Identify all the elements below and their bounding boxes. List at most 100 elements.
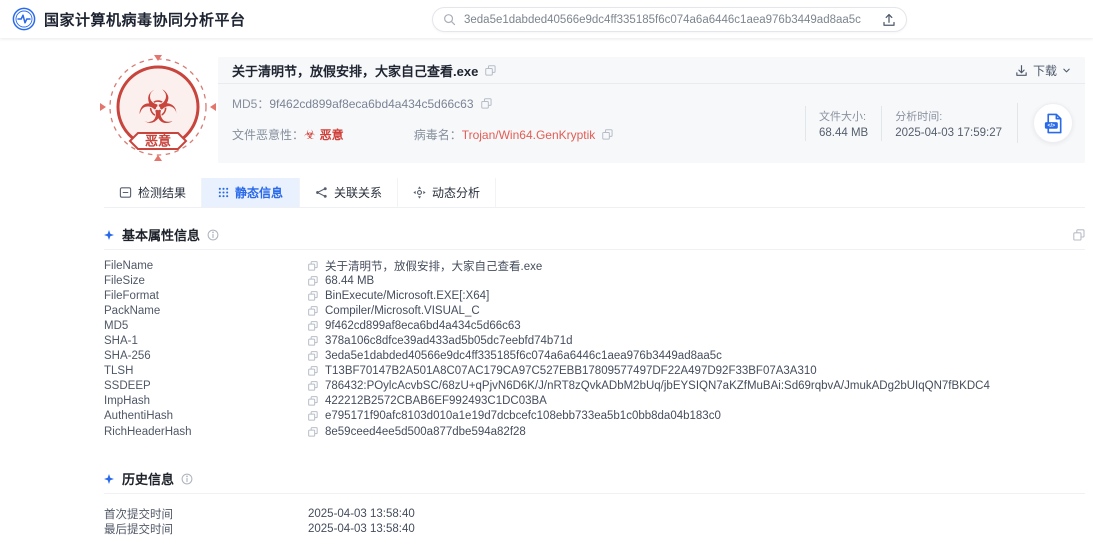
search-input[interactable] bbox=[464, 14, 874, 26]
property-key: AuthentiHash bbox=[104, 410, 308, 422]
tab-label: 静态信息 bbox=[235, 184, 283, 201]
property-key: SHA-256 bbox=[104, 350, 308, 362]
property-key: FileFormat bbox=[104, 290, 308, 302]
pulse-circle-icon bbox=[12, 7, 36, 31]
copy-icon[interactable] bbox=[308, 336, 318, 346]
property-key: SHA-1 bbox=[104, 335, 308, 347]
property-key: 最后提交时间 bbox=[104, 521, 308, 537]
copy-icon[interactable] bbox=[308, 291, 318, 301]
property-key: 首次提交时间 bbox=[104, 506, 308, 522]
copy-icon[interactable] bbox=[308, 276, 318, 286]
copy-icon[interactable] bbox=[308, 381, 318, 391]
malicious-badge: ☣ 恶意 bbox=[100, 55, 216, 167]
table-row: SSDEEP 786432:POylcAcvbSC/68zU+qPjvN6D6K… bbox=[104, 379, 1085, 394]
history-info-list: 首次提交时间 2025-04-03 13:58:40 最后提交时间 2025-0… bbox=[104, 506, 1085, 536]
property-value: 378a106c8dfce39ad433ad5b05dc7eebfd74b71d bbox=[325, 335, 573, 347]
property-value: 786432:POylcAcvbSC/68zU+qPjvN6D6K/J/nRT8… bbox=[325, 380, 990, 392]
tab-associations[interactable]: 关联关系 bbox=[300, 178, 398, 207]
property-value: 3eda5e1dabded40566e9dc4ff335185f6c074a6a… bbox=[325, 350, 722, 362]
section-title: 历史信息 bbox=[122, 469, 174, 488]
table-row: PackName Compiler/Microsoft.VISUAL_C bbox=[104, 303, 1085, 318]
download-label: 下载 bbox=[1033, 62, 1057, 79]
top-header: 国家计算机病毒协同分析平台 bbox=[0, 0, 1093, 38]
property-key: MD5 bbox=[104, 320, 308, 332]
file-title-row: 关于清明节，放假安排，大家自己查看.exe 下载 bbox=[218, 57, 1085, 84]
property-key: TLSH bbox=[104, 365, 308, 377]
file-name: 关于清明节，放假安排，大家自己查看.exe bbox=[232, 61, 478, 80]
property-value: 68.44 MB bbox=[325, 275, 374, 287]
table-row: SHA-256 3eda5e1dabded40566e9dc4ff335185f… bbox=[104, 349, 1085, 364]
analysis-time-label: 分析时间: bbox=[895, 108, 1002, 124]
copy-icon[interactable] bbox=[308, 306, 318, 316]
biohazard-icon: ☣ bbox=[304, 127, 316, 143]
property-value: 9f462cd899af8eca6bd4a434c5d66c63 bbox=[325, 320, 521, 332]
copy-icon[interactable] bbox=[308, 351, 318, 361]
copy-icon[interactable] bbox=[308, 321, 318, 331]
code-file-icon: </> bbox=[1042, 112, 1065, 135]
table-row: ImpHash 422212B2572CBAB6EF992493C1DC03BA bbox=[104, 394, 1085, 409]
maliciousness-value: 恶意 bbox=[320, 126, 344, 143]
md5-value: 9f462cd899af8eca6bd4a434c5d66c63 bbox=[269, 97, 473, 111]
property-value: T13BF70147B2A501A8C07AC179CA97C527EBB178… bbox=[325, 365, 817, 377]
file-size-label: 文件大小: bbox=[819, 108, 868, 124]
table-row: 首次提交时间 2025-04-03 13:58:40 bbox=[104, 506, 1085, 521]
section-marker-icon bbox=[104, 230, 114, 240]
virus-name-value: Trojan/Win64.GenKryptik bbox=[462, 128, 596, 142]
upload-icon[interactable] bbox=[882, 13, 896, 27]
info-icon[interactable] bbox=[207, 229, 219, 241]
biohazard-icon: ☣ bbox=[137, 81, 178, 133]
file-meta-body: MD5： 9f462cd899af8eca6bd4a434c5d66c63 文件… bbox=[218, 84, 1085, 162]
download-button[interactable]: 下载 bbox=[1015, 62, 1071, 79]
property-key: SSDEEP bbox=[104, 380, 308, 392]
table-row: FileFormat BinExecute/Microsoft.EXE[:X64… bbox=[104, 288, 1085, 303]
search-icon bbox=[443, 13, 456, 26]
section-title: 基本属性信息 bbox=[122, 225, 200, 244]
copy-icon[interactable] bbox=[308, 396, 318, 406]
table-row: FileName 关于清明节，放假安排，大家自己查看.exe bbox=[104, 258, 1085, 273]
table-row: SHA-1 378a106c8dfce39ad433ad5b05dc7eebfd… bbox=[104, 333, 1085, 348]
result-tabs: 检测结果 静态信息 关联关系 动态分析 bbox=[104, 178, 1085, 208]
copy-icon[interactable] bbox=[308, 366, 318, 376]
copy-icon[interactable] bbox=[308, 411, 318, 421]
property-value: 关于清明节，放假安排，大家自己查看.exe bbox=[325, 258, 542, 274]
info-icon[interactable] bbox=[181, 473, 193, 485]
file-stats: 文件大小: 68.44 MB 分析时间: 2025-04-03 17:59:27… bbox=[805, 103, 1073, 143]
chevron-down-icon bbox=[1062, 66, 1071, 75]
property-key: FileSize bbox=[104, 275, 308, 287]
platform-logo-icon[interactable] bbox=[12, 7, 36, 31]
copy-icon[interactable] bbox=[308, 261, 318, 271]
virus-name-group: 病毒名： Trojan/Win64.GenKryptik bbox=[414, 126, 614, 143]
svg-text:</>: </> bbox=[1047, 123, 1055, 129]
copy-icon[interactable] bbox=[308, 427, 318, 437]
copy-icon[interactable] bbox=[481, 98, 492, 109]
grid-icon bbox=[218, 187, 229, 198]
property-value: 422212B2572CBAB6EF992493C1DC03BA bbox=[325, 395, 547, 407]
property-value: 8e59ceed4ee5d500a877dbe594a82f28 bbox=[325, 426, 526, 438]
report-button-wrap: </> bbox=[1017, 103, 1073, 143]
report-icon bbox=[119, 186, 132, 199]
copy-icon[interactable] bbox=[485, 65, 496, 76]
tab-detection-results[interactable]: 检测结果 bbox=[104, 178, 202, 207]
basic-info-header: 基本属性信息 bbox=[104, 220, 1085, 250]
tab-label: 检测结果 bbox=[138, 184, 186, 201]
history-info-header: 历史信息 bbox=[104, 464, 1085, 494]
tab-dynamic-analysis[interactable]: 动态分析 bbox=[398, 178, 496, 207]
page-title: 国家计算机病毒协同分析平台 bbox=[44, 9, 246, 30]
maliciousness-label: 文件恶意性： bbox=[232, 126, 304, 143]
tab-label: 动态分析 bbox=[432, 184, 480, 201]
file-summary-card: 关于清明节，放假安排，大家自己查看.exe 下载 MD5： 9f462cd899… bbox=[218, 57, 1085, 163]
property-value: BinExecute/Microsoft.EXE[:X64] bbox=[325, 290, 489, 302]
copy-all-icon[interactable] bbox=[1073, 229, 1085, 241]
virus-name-label: 病毒名： bbox=[414, 126, 462, 143]
code-report-button[interactable]: </> bbox=[1033, 103, 1073, 143]
table-row: FileSize 68.44 MB bbox=[104, 273, 1085, 288]
virus-analysis-page: 国家计算机病毒协同分析平台 bbox=[0, 0, 1093, 554]
file-size-value: 68.44 MB bbox=[819, 127, 868, 139]
copy-icon[interactable] bbox=[602, 129, 613, 140]
property-value: e795171f90afc8103d010a1e19d7dcbcefc108eb… bbox=[325, 410, 721, 422]
md5-label: MD5： bbox=[232, 95, 269, 112]
tab-static-info[interactable]: 静态信息 bbox=[202, 178, 300, 207]
tab-label: 关联关系 bbox=[334, 184, 382, 201]
property-value: 2025-04-03 13:58:40 bbox=[308, 508, 415, 520]
table-row: RichHeaderHash 8e59ceed4ee5d500a877dbe59… bbox=[104, 424, 1085, 439]
